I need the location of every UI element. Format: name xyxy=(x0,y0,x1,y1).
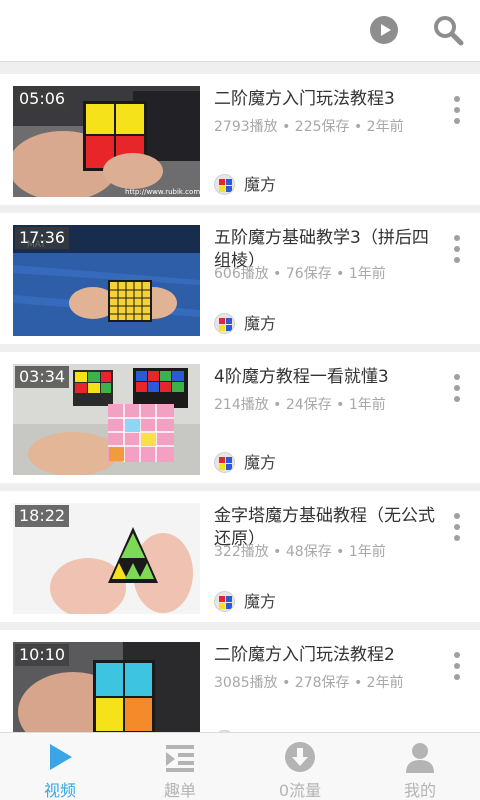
video-title[interactable]: 二阶魔方入门玩法教程2 xyxy=(214,644,440,667)
channel-name: 魔方 xyxy=(244,314,277,333)
tab-label: 0流量 xyxy=(278,781,322,800)
download-icon xyxy=(285,742,315,772)
play-circle-icon[interactable] xyxy=(370,16,398,44)
playlist-icon xyxy=(166,745,194,772)
video-card[interactable]: 10:10 二阶魔方入门玩法教程2 3085播放 • 278保存 • 2年前 魔… xyxy=(0,630,480,732)
channel-avatar xyxy=(214,174,235,195)
tab-video[interactable]: 视频 xyxy=(0,733,120,800)
user-icon xyxy=(406,743,434,773)
more-options-icon[interactable] xyxy=(450,96,464,128)
video-card[interactable]: 03:34 4阶魔方教程一看就懂3 214播放 • 24保存 • 1年前 魔方 xyxy=(0,352,480,483)
channel-name: 魔方 xyxy=(244,592,277,611)
duration-badge: 17:36 xyxy=(15,227,70,249)
tab-playlist[interactable]: 趣单 xyxy=(120,733,240,800)
video-card[interactable]: 18:22 金字塔魔方基础教程（无公式还原） 322播放 • 48保存 • 1年… xyxy=(0,491,480,622)
top-bar xyxy=(0,0,480,62)
duration-badge: 03:34 xyxy=(15,366,70,388)
video-meta: 3085播放 • 278保存 • 2年前 xyxy=(214,675,404,691)
video-thumbnail[interactable]: MAT 17:36 xyxy=(13,225,200,336)
video-card[interactable]: MAT 17:36 五阶魔方基础教学3（拼后四组棱） 606播放 • 76保存 … xyxy=(0,213,480,344)
duration-badge: 18:22 xyxy=(15,505,70,527)
tab-download[interactable]: 0流量 xyxy=(240,733,360,800)
duration-badge: 05:06 xyxy=(15,88,70,110)
channel-name: 魔方 xyxy=(244,453,277,472)
video-thumbnail[interactable]: 18:22 xyxy=(13,503,200,614)
more-options-icon[interactable] xyxy=(450,652,464,684)
video-meta: 322播放 • 48保存 • 1年前 xyxy=(214,544,386,560)
tab-label: 趣单 xyxy=(163,781,196,800)
video-thumbnail[interactable]: 10:10 xyxy=(13,642,200,732)
video-meta: 214播放 • 24保存 • 1年前 xyxy=(214,397,386,413)
channel-avatar xyxy=(214,452,235,473)
search-icon[interactable] xyxy=(432,14,464,46)
more-options-icon[interactable] xyxy=(450,235,464,267)
tab-profile[interactable]: 我的 xyxy=(360,733,480,800)
more-options-icon[interactable] xyxy=(450,513,464,545)
video-meta: 606播放 • 76保存 • 1年前 xyxy=(214,266,386,282)
tab-label: 我的 xyxy=(403,781,436,800)
bottom-tab-bar: 视频 趣单 0流量 我的 xyxy=(0,732,480,800)
video-thumbnail[interactable]: http://www.rubik.com 05:06 xyxy=(13,86,200,197)
tab-label: 视频 xyxy=(43,781,76,800)
video-card[interactable]: http://www.rubik.com 05:06 二阶魔方入门玩法教程3 2… xyxy=(0,74,480,205)
channel-avatar xyxy=(214,313,235,334)
channel-avatar xyxy=(214,591,235,612)
video-title[interactable]: 二阶魔方入门玩法教程3 xyxy=(214,88,440,111)
video-title[interactable]: 4阶魔方教程一看就懂3 xyxy=(214,366,440,389)
video-list[interactable]: http://www.rubik.com 05:06 二阶魔方入门玩法教程3 2… xyxy=(0,62,480,732)
svg-text:http://www.rubik.com: http://www.rubik.com xyxy=(125,188,200,196)
more-options-icon[interactable] xyxy=(450,374,464,406)
video-meta: 2793播放 • 225保存 • 2年前 xyxy=(214,119,404,135)
duration-badge: 10:10 xyxy=(15,644,70,666)
video-thumbnail[interactable]: 03:34 xyxy=(13,364,200,475)
channel-name: 魔方 xyxy=(244,175,277,194)
play-triangle-icon xyxy=(50,744,72,770)
